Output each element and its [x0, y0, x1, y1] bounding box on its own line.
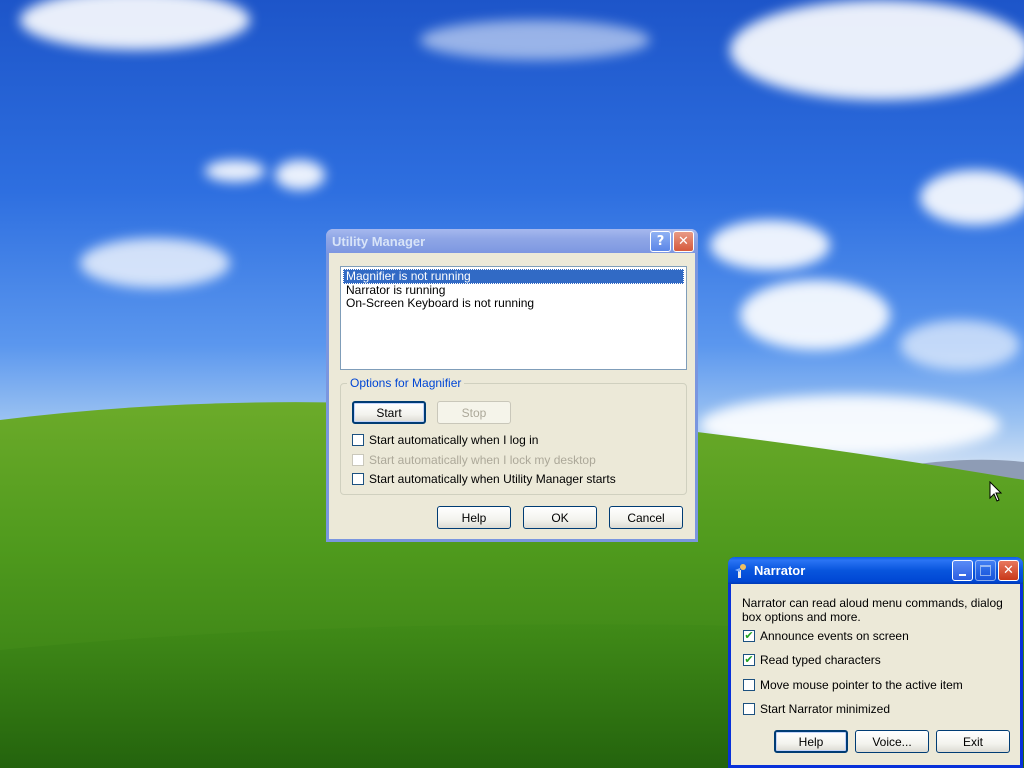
- narrator-window: Narrator ✕ Narrator can read aloud menu …: [728, 557, 1023, 768]
- checkbox-label: Start automatically when I lock my deskt…: [369, 453, 596, 467]
- list-item-magnifier[interactable]: Magnifier is not running: [343, 269, 684, 284]
- checkbox-box[interactable]: [743, 679, 755, 691]
- checkbox-box: [352, 454, 364, 466]
- narrator-help-button[interactable]: Help: [774, 730, 848, 753]
- narrator-title: Narrator: [754, 563, 806, 578]
- narrator-titlebar[interactable]: Narrator ✕: [728, 557, 1023, 584]
- checkbox-announce-events[interactable]: ✔ Announce events on screen: [743, 629, 909, 643]
- minimize-icon[interactable]: [952, 560, 973, 581]
- checkbox-start-on-login[interactable]: Start automatically when I log in: [352, 433, 538, 447]
- ok-button[interactable]: OK: [523, 506, 597, 529]
- utility-manager-window: Utility Manager ? ✕ Magnifier is not run…: [326, 229, 698, 542]
- maximize-icon[interactable]: [975, 560, 996, 581]
- checkbox-label: Announce events on screen: [760, 629, 909, 643]
- checkbox-start-with-utility-manager[interactable]: Start automatically when Utility Manager…: [352, 472, 616, 486]
- checkbox-label: Read typed characters: [760, 653, 881, 667]
- checkbox-start-minimized[interactable]: Start Narrator minimized: [743, 702, 890, 716]
- help-button[interactable]: Help: [437, 506, 511, 529]
- checkbox-box[interactable]: [743, 703, 755, 715]
- checkbox-read-typed-characters[interactable]: ✔ Read typed characters: [743, 653, 881, 667]
- checkbox-label: Move mouse pointer to the active item: [760, 678, 963, 692]
- checkbox-label: Start automatically when I log in: [369, 433, 539, 447]
- cancel-button[interactable]: Cancel: [609, 506, 683, 529]
- utility-manager-titlebar[interactable]: Utility Manager ? ✕: [326, 229, 698, 253]
- checkbox-box[interactable]: [352, 473, 364, 485]
- checkbox-box[interactable]: [352, 434, 364, 446]
- checkbox-start-on-lock: Start automatically when I lock my deskt…: [352, 453, 596, 467]
- checkbox-box[interactable]: ✔: [743, 654, 755, 666]
- mouse-pointer-icon: [989, 481, 1003, 502]
- checkbox-box[interactable]: ✔: [743, 630, 755, 642]
- utility-manager-title: Utility Manager: [332, 233, 426, 249]
- close-icon[interactable]: ✕: [998, 560, 1019, 581]
- checkbox-label: Start Narrator minimized: [760, 702, 891, 716]
- stop-button[interactable]: Stop: [437, 401, 511, 424]
- options-group-label: Options for Magnifier: [347, 376, 465, 390]
- voice-button[interactable]: Voice...: [855, 730, 929, 753]
- close-icon[interactable]: ✕: [673, 230, 694, 252]
- list-item-onscreen-keyboard[interactable]: On-Screen Keyboard is not running: [343, 297, 684, 310]
- exit-button[interactable]: Exit: [936, 730, 1010, 753]
- checkbox-label: Start automatically when Utility Manager…: [369, 472, 616, 486]
- checkbox-move-mouse-pointer[interactable]: Move mouse pointer to the active item: [743, 678, 963, 692]
- start-button[interactable]: Start: [352, 401, 426, 424]
- program-list[interactable]: Magnifier is not running Narrator is run…: [340, 266, 687, 370]
- help-icon[interactable]: ?: [650, 230, 671, 252]
- narrator-description: Narrator can read aloud menu commands, d…: [742, 596, 1003, 624]
- narrator-app-icon: [734, 563, 750, 579]
